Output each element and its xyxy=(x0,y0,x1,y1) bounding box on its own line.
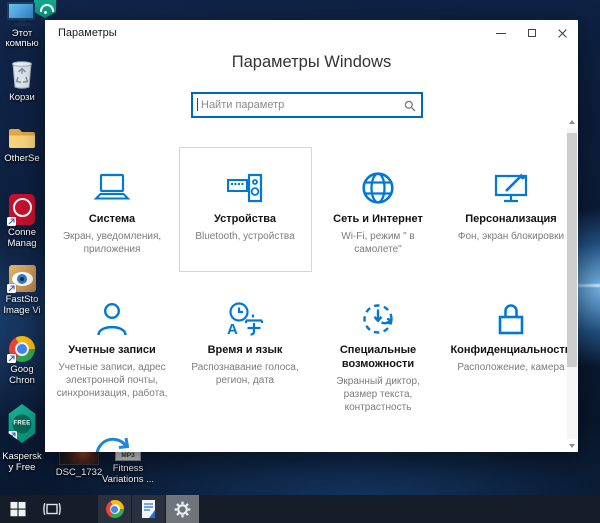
ease-of-access-icon xyxy=(312,299,445,339)
taskbar-chrome-button[interactable] xyxy=(98,495,131,523)
chrome-icon xyxy=(106,500,124,518)
update-refresh-icon xyxy=(46,430,179,452)
minimize-button[interactable] xyxy=(485,20,516,46)
writer-document-icon xyxy=(141,500,156,518)
settings-window: Параметры Параметры Windows xyxy=(45,20,578,452)
folder-icon xyxy=(8,127,36,151)
desktop: Этот компью Корзи OtherSe Conne Ma xyxy=(0,0,600,523)
desktop-icon-this-pc[interactable]: Этот компью xyxy=(0,2,44,50)
settings-gear-icon xyxy=(174,501,191,518)
close-button[interactable] xyxy=(547,20,578,46)
tile-time-language[interactable]: A Время и язык Распознавание голоса, рег… xyxy=(179,278,312,403)
tile-subtitle: Расположение, камера xyxy=(445,361,578,374)
scrollbar-up-button[interactable] xyxy=(567,115,577,128)
chevron-down-icon xyxy=(569,444,575,448)
tile-system[interactable]: Система Экран, уведомления, приложения xyxy=(46,147,179,272)
tile-personalization[interactable]: Персонализация Фон, экран блокировки xyxy=(445,147,578,272)
desktop-icon-label: OtherSe xyxy=(0,154,44,165)
maximize-button[interactable] xyxy=(516,20,547,46)
tile-subtitle: Экранный диктор, размер текста, контраст… xyxy=(312,375,445,415)
tile-subtitle: Экран, уведомления, приложения xyxy=(46,230,179,256)
tile-update-partial[interactable] xyxy=(46,409,179,452)
desktop-icon-kaspersky[interactable]: FREE Kaspersky Free xyxy=(0,404,44,474)
shortcut-arrow-icon xyxy=(8,431,17,440)
tile-title: Сеть и Интернет xyxy=(312,213,445,227)
tile-title: Специальные возможности xyxy=(312,344,445,372)
desktop-icon-folder[interactable]: OtherSe xyxy=(0,127,44,165)
faststone-eye-icon xyxy=(9,265,36,292)
lock-icon xyxy=(445,299,578,339)
tile-title: Учетные записи xyxy=(46,344,179,358)
tile-devices[interactable]: Устройства Bluetooth, устройства xyxy=(179,147,312,272)
user-icon xyxy=(46,299,179,339)
tile-subtitle: Учетные записи, адрес электронной почты,… xyxy=(46,361,179,401)
tile-subtitle: Wi-Fi, режим " в самолете" xyxy=(312,230,445,256)
close-icon xyxy=(557,28,568,39)
scrollbar-down-button[interactable] xyxy=(567,439,577,452)
taskbar xyxy=(0,495,600,523)
settings-tile-grid: Система Экран, уведомления, приложения xyxy=(45,147,578,452)
chevron-up-icon xyxy=(569,120,575,124)
desktop-icon-connect-manager[interactable]: Conne Manag xyxy=(0,194,44,250)
scrollbar-thumb[interactable] xyxy=(567,133,577,367)
kaspersky-hexagon-icon: FREE xyxy=(8,404,37,443)
tile-title: Система xyxy=(46,213,179,227)
tile-ease-of-access[interactable]: Специальные возможности Экранный диктор,… xyxy=(312,278,445,403)
globe-icon xyxy=(312,168,445,208)
devices-icon xyxy=(180,168,311,208)
this-pc-icon xyxy=(7,2,37,26)
maximize-icon xyxy=(528,29,536,37)
tile-title: Конфиденциальность xyxy=(445,344,578,358)
tile-network[interactable]: Сеть и Интернет Wi-Fi, режим " в самолет… xyxy=(312,147,445,272)
taskbar-writer-button[interactable] xyxy=(132,495,165,523)
connect-manager-icon xyxy=(9,194,35,225)
taskbar-settings-button[interactable] xyxy=(166,495,199,523)
task-view-button[interactable] xyxy=(36,495,68,523)
tile-accounts[interactable]: Учетные записи Учетные записи, адрес эле… xyxy=(46,278,179,403)
desktop-icon-label: Kaspersky Free xyxy=(0,452,44,474)
desktop-icon-label: FastSto Image Vi xyxy=(0,295,44,317)
desktop-icon-label: Goog Chron xyxy=(0,365,44,387)
tile-subtitle: Распознавание голоса, регион, дата xyxy=(179,361,312,387)
shortcut-arrow-icon xyxy=(7,284,16,293)
desktop-icon-faststone[interactable]: FastSto Image Vi xyxy=(0,265,44,317)
shortcut-arrow-icon xyxy=(7,217,16,226)
tile-subtitle: Bluetooth, устройства xyxy=(180,230,311,243)
desktop-icon-label: DSC_1732 xyxy=(54,468,104,479)
page-title: Параметры Windows xyxy=(45,53,578,72)
desktop-icon-label: Fitness Variations ... xyxy=(100,464,156,486)
tile-title: Устройства xyxy=(180,213,311,227)
desktop-icon-label: Conne Manag xyxy=(0,228,44,250)
laptop-icon xyxy=(46,168,179,208)
clock-language-icon: A xyxy=(179,299,312,339)
tile-privacy[interactable]: Конфиденциальность Расположение, камера xyxy=(445,278,578,403)
tile-title: Время и язык xyxy=(179,344,312,358)
tile-subtitle: Фон, экран блокировки xyxy=(445,230,578,243)
display-brush-icon xyxy=(445,168,578,208)
recycle-bin-icon xyxy=(10,60,34,90)
desktop-icon-chrome[interactable]: Goog Chron xyxy=(0,336,44,387)
desktop-icon-label: Корзи xyxy=(0,93,44,104)
window-title: Параметры xyxy=(58,27,117,39)
minimize-icon xyxy=(496,33,506,34)
desktop-icon-label: Этот компью xyxy=(0,29,44,51)
chrome-icon xyxy=(9,336,35,362)
windows-logo-icon xyxy=(10,501,26,517)
desktop-icon-fitness-mp3[interactable]: MP3 Fitness Variations ... xyxy=(100,450,156,486)
scrollbar[interactable] xyxy=(567,115,577,452)
task-view-icon xyxy=(43,502,61,516)
svg-text:A: A xyxy=(227,321,238,337)
search-input[interactable] xyxy=(191,92,423,118)
tile-title: Персонализация xyxy=(445,213,578,227)
shortcut-arrow-icon xyxy=(7,354,16,363)
start-button[interactable] xyxy=(0,495,36,523)
desktop-icon-recycle-bin[interactable]: Корзи xyxy=(0,60,44,104)
